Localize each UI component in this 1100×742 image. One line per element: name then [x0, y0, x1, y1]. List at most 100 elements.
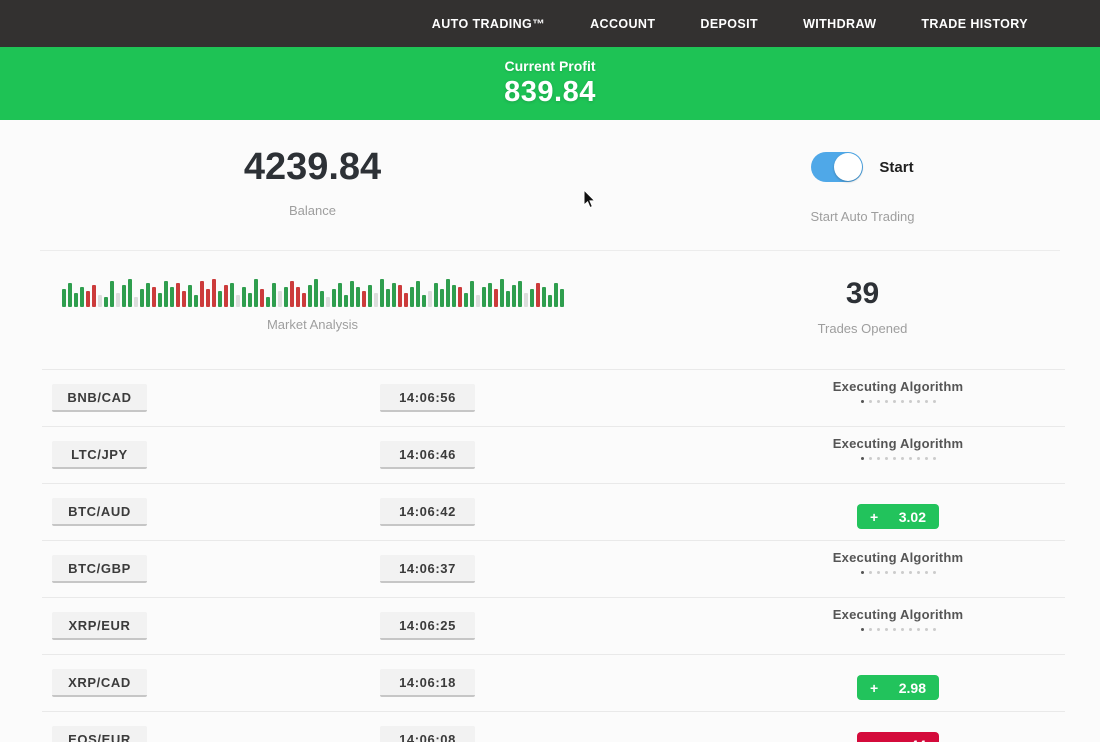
progress-dot: [877, 571, 880, 574]
chart-bar: [398, 285, 402, 307]
nav-item-deposit[interactable]: DEPOSIT: [700, 17, 758, 31]
progress-dot: [925, 457, 928, 460]
chart-bar: [74, 293, 78, 307]
time-chip: 14:06:42: [380, 498, 475, 526]
chart-bar: [266, 297, 270, 307]
progress-dot: [861, 628, 864, 631]
chart-bar: [242, 287, 246, 307]
chart-bar: [470, 281, 474, 307]
progress-dot: [885, 400, 888, 403]
chart-bar: [272, 283, 276, 307]
auto-trading-toggle[interactable]: [811, 152, 863, 182]
market-trades-row: Market Analysis 39 Trades Opened: [0, 251, 1100, 336]
trade-row: BTC/AUD 14:06:42 +3.02: [0, 483, 1100, 540]
progress-dot: [925, 628, 928, 631]
chart-bar: [374, 293, 378, 307]
profit-badge: +2.98: [857, 675, 939, 700]
progress-dot: [901, 457, 904, 460]
chart-bar: [368, 285, 372, 307]
chart-bar: [182, 291, 186, 307]
badge-sign: +: [870, 680, 878, 696]
chart-bar: [218, 291, 222, 307]
current-profit-banner: Current Profit 839.84: [0, 47, 1100, 120]
chart-bar: [476, 295, 480, 307]
time-chip: 14:06:56: [380, 384, 475, 412]
chart-bar: [332, 289, 336, 307]
progress-dot: [877, 457, 880, 460]
chart-bar: [326, 297, 330, 307]
badge-value: 3.02: [899, 509, 926, 525]
chart-bar: [80, 287, 84, 307]
progress-dot: [869, 571, 872, 574]
chart-bar: [206, 289, 210, 307]
pair-chip: BTC/GBP: [52, 555, 147, 583]
chart-bar: [200, 281, 204, 307]
progress-dots: [798, 400, 998, 403]
chart-bar: [164, 281, 168, 307]
trades-opened-label: Trades Opened: [818, 321, 908, 336]
chart-bar: [188, 285, 192, 307]
trade-row: BNB/CAD14:06:56Executing Algorithm: [0, 369, 1100, 426]
chart-bar: [254, 279, 258, 307]
chart-bar: [494, 289, 498, 307]
chart-bar: [560, 289, 564, 307]
progress-dot: [933, 400, 936, 403]
chart-bar: [68, 283, 72, 307]
pair-chip: LTC/JPY: [52, 441, 147, 469]
progress-dot: [933, 571, 936, 574]
chart-bar: [320, 291, 324, 307]
pair-chip: BTC/AUD: [52, 498, 147, 526]
time-chip: 14:06:46: [380, 441, 475, 469]
chart-bar: [452, 285, 456, 307]
chart-bar: [524, 293, 528, 307]
nav-item-account[interactable]: ACCOUNT: [590, 17, 655, 31]
executing-label: Executing Algorithm: [798, 607, 998, 622]
time-chip: 14:06:08: [380, 726, 475, 742]
progress-dot: [909, 457, 912, 460]
time-chip: 14:06:25: [380, 612, 475, 640]
nav-item-auto-trading[interactable]: AUTO TRADING™: [432, 17, 545, 31]
market-analysis-label: Market Analysis: [267, 317, 358, 332]
status-result: +3.02: [798, 483, 998, 529]
progress-dots: [798, 457, 998, 460]
nav-item-withdraw[interactable]: WITHDRAW: [803, 17, 876, 31]
progress-dot: [869, 400, 872, 403]
chart-bar: [512, 285, 516, 307]
progress-dot: [933, 628, 936, 631]
chart-bar: [506, 291, 510, 307]
progress-dot: [901, 628, 904, 631]
status-executing: Executing Algorithm: [798, 597, 998, 631]
chart-bar: [308, 285, 312, 307]
progress-dot: [893, 571, 896, 574]
chart-bar: [314, 279, 318, 307]
chart-bar: [482, 287, 486, 307]
pair-chip: EOS/EUR: [52, 726, 147, 742]
badge-sign: +: [870, 509, 878, 525]
trade-row: EOS/EUR14:06:08-44: [0, 711, 1100, 742]
progress-dot: [861, 457, 864, 460]
trades-list: BNB/CAD14:06:56Executing AlgorithmLTC/JP…: [0, 369, 1100, 742]
progress-dot: [925, 571, 928, 574]
progress-dot: [869, 628, 872, 631]
chart-bar: [230, 283, 234, 307]
chart-bar: [446, 279, 450, 307]
chart-bar: [542, 287, 546, 307]
chart-bar: [536, 283, 540, 307]
chart-bar: [290, 281, 294, 307]
progress-dots: [798, 628, 998, 631]
chart-bar: [158, 293, 162, 307]
chart-bar: [146, 283, 150, 307]
toggle-knob[interactable]: [834, 153, 862, 181]
chart-bar: [458, 287, 462, 307]
progress-dot: [909, 628, 912, 631]
executing-label: Executing Algorithm: [798, 550, 998, 565]
trade-row: XRP/CAD14:06:18+2.98: [0, 654, 1100, 711]
chart-bar: [224, 285, 228, 307]
chart-bar: [554, 283, 558, 307]
status-executing: Executing Algorithm: [798, 369, 998, 403]
chart-bar: [152, 287, 156, 307]
nav-item-trade-history[interactable]: TRADE HISTORY: [921, 17, 1028, 31]
chart-bar: [92, 285, 96, 307]
chart-bar: [386, 289, 390, 307]
chart-bar: [488, 283, 492, 307]
